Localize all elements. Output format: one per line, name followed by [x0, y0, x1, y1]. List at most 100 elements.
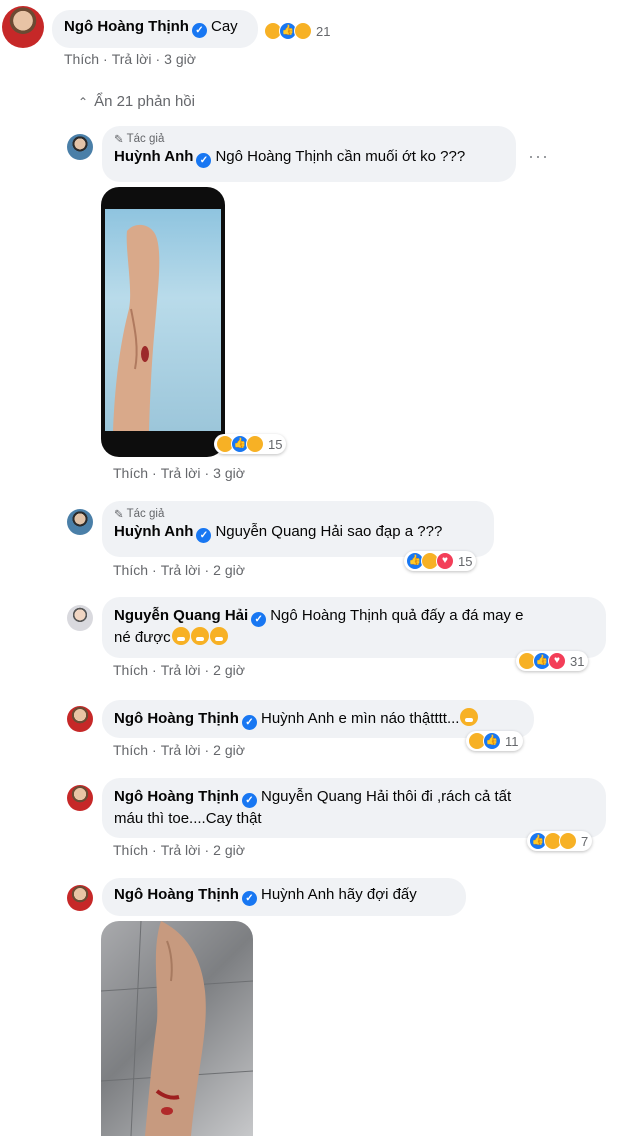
- sad-reaction-icon: [559, 832, 577, 850]
- timestamp[interactable]: 2 giờ: [213, 562, 245, 578]
- comment-text: e mìn náo thậtttt...: [334, 710, 460, 727]
- leg-illustration: [113, 224, 160, 431]
- reply-link[interactable]: Trả lời: [161, 842, 201, 858]
- reply-link[interactable]: Trả lời: [161, 465, 201, 481]
- photo-content: [105, 209, 221, 431]
- timestamp[interactable]: 3 giờ: [164, 51, 196, 67]
- reply-bubble: ✎ Tác giả Huỳnh Anh ✓ Ngô Hoàng Thịnh cần …: [102, 126, 516, 182]
- reply-bubble: Ngô Hoàng Thịnh ✓ Nguyễn Quang Hải thôi đi…: [102, 778, 606, 838]
- reaction-count: 15: [458, 553, 473, 569]
- like-link[interactable]: Thích: [113, 465, 148, 481]
- mention-link[interactable]: Nguyễn Quang Hải: [261, 788, 389, 805]
- mention-link[interactable]: Huỳnh Anh: [261, 886, 334, 903]
- comment-text: quả đấy a đá may e: [387, 607, 524, 624]
- mention-link[interactable]: Nguyễn Quang Hải: [215, 523, 343, 540]
- commenter-name[interactable]: Ngô Hoàng Thịnh: [114, 710, 239, 727]
- comment-actions: Thích · Trả lời · 2 giờ: [113, 842, 245, 858]
- mention-link[interactable]: Ngô Hoàng Thịnh: [270, 607, 387, 624]
- comment-actions: Thích · Trả lời · 3 giờ: [113, 465, 245, 481]
- grimace-emoji-icon: [190, 627, 209, 645]
- author-badge-label: Tác giả: [126, 508, 165, 520]
- reaction-count: 21: [316, 23, 331, 39]
- timestamp[interactable]: 2 giờ: [213, 742, 245, 758]
- hide-replies-link[interactable]: ⌃ Ẩn 21 phản hồi: [78, 93, 195, 110]
- reply-bubble: ✎ Tác giả Huỳnh Anh ✓ Nguyễn Quang Hải sao…: [102, 501, 494, 557]
- like-link[interactable]: Thích: [113, 742, 148, 758]
- grimace-emoji-icon: [171, 627, 190, 645]
- reply-link[interactable]: Trả lời: [161, 562, 201, 578]
- reaction-count: 31: [570, 653, 585, 669]
- author-badge: ✎ Tác giả: [114, 132, 504, 146]
- avatar-ngo-hoang-thinh[interactable]: [67, 706, 93, 732]
- comment-text: thôi đi ,rách cả tất: [388, 788, 512, 805]
- reply-bubble: Ngô Hoàng Thịnh ✓ Huỳnh Anh hãy đợi đấy: [102, 878, 466, 916]
- comment-text-line2: né được: [114, 629, 171, 646]
- reply-link[interactable]: Trả lời: [161, 742, 201, 758]
- avatar-huynh-anh[interactable]: [67, 134, 93, 160]
- commenter-name[interactable]: Ngô Hoàng Thịnh: [64, 18, 189, 35]
- verified-badge-icon: ✓: [251, 612, 267, 627]
- commenter-name[interactable]: Huỳnh Anh: [114, 523, 193, 540]
- more-options-icon[interactable]: ···: [528, 146, 549, 167]
- commenter-name[interactable]: Ngô Hoàng Thịnh: [114, 788, 239, 805]
- comment-actions: Thích · Trả lời · 2 giờ: [113, 742, 245, 758]
- comment-text: hãy đợi đấy: [334, 886, 417, 903]
- care-reaction-icon: [294, 22, 312, 40]
- verified-badge-icon: ✓: [196, 528, 212, 543]
- author-badge-label: Tác giả: [126, 133, 165, 145]
- avatar-ngo-hoang-thinh[interactable]: [2, 6, 44, 48]
- verified-badge-icon: ✓: [241, 793, 257, 808]
- timestamp[interactable]: 3 giờ: [213, 465, 245, 481]
- comment-text-line2: máu thì toe....Cay thật: [114, 810, 262, 827]
- avatar-huynh-anh[interactable]: [67, 509, 93, 535]
- verified-badge-icon: ✓: [191, 23, 207, 38]
- reaction-summary[interactable]: 👍 ♥ 31: [516, 651, 589, 671]
- reaction-summary[interactable]: 👍 ♥ 15: [404, 551, 477, 571]
- love-reaction-icon: ♥: [548, 652, 566, 670]
- reply-link[interactable]: Trả lời: [112, 51, 152, 67]
- commenter-name[interactable]: Huỳnh Anh: [114, 148, 193, 165]
- reaction-summary[interactable]: 👍 15: [214, 434, 287, 454]
- like-link[interactable]: Thích: [113, 562, 148, 578]
- reply-link[interactable]: Trả lời: [161, 662, 201, 678]
- reaction-summary[interactable]: 👍 11: [466, 731, 523, 751]
- avatar-nguyen-quang-hai[interactable]: [67, 605, 93, 631]
- like-link[interactable]: Thích: [64, 51, 99, 67]
- flushed-emoji-icon: [460, 708, 479, 726]
- comment-text: sao đạp a ???: [343, 523, 443, 540]
- verified-badge-icon: ✓: [196, 153, 212, 168]
- reply-bubble: Nguyễn Quang Hải ✓ Ngô Hoàng Thịnh quả đấy…: [102, 597, 606, 658]
- pencil-icon: ✎: [114, 134, 124, 146]
- comment-photo[interactable]: [101, 187, 225, 457]
- hide-replies-label: Ẩn 21 phản hồi: [94, 93, 195, 110]
- comment-bubble: Ngô Hoàng Thịnh ✓ Cay: [52, 10, 258, 48]
- commenter-name[interactable]: Nguyễn Quang Hải: [114, 607, 248, 624]
- comment-actions: Thích · Trả lời · 2 giờ: [113, 662, 245, 678]
- comment-photo[interactable]: [101, 921, 253, 1136]
- grimace-emoji-icon: [209, 627, 228, 645]
- reaction-summary[interactable]: 👍 21: [262, 21, 334, 41]
- like-reaction-icon: 👍: [483, 732, 501, 750]
- like-link[interactable]: Thích: [113, 662, 148, 678]
- like-link[interactable]: Thích: [113, 842, 148, 858]
- reaction-count: 15: [268, 436, 283, 452]
- timestamp[interactable]: 2 giờ: [213, 842, 245, 858]
- care-reaction-icon: [246, 435, 264, 453]
- avatar-ngo-hoang-thinh[interactable]: [67, 785, 93, 811]
- chevron-up-icon: ⌃: [78, 94, 89, 109]
- timestamp[interactable]: 2 giờ: [213, 662, 245, 678]
- reaction-count: 7: [581, 833, 589, 849]
- avatar-ngo-hoang-thinh[interactable]: [67, 885, 93, 911]
- mention-link[interactable]: Huỳnh Anh: [261, 710, 334, 727]
- commenter-name[interactable]: Ngô Hoàng Thịnh: [114, 886, 239, 903]
- reaction-count: 11: [505, 733, 519, 749]
- reaction-summary[interactable]: 👍 7: [527, 831, 593, 851]
- mention-link[interactable]: Ngô Hoàng Thịnh: [215, 148, 332, 165]
- comment-text: cần muối ớt ko ???: [332, 148, 466, 165]
- love-reaction-icon: ♥: [436, 552, 454, 570]
- verified-badge-icon: ✓: [241, 891, 257, 906]
- comment-actions: Thích · Trả lời · 3 giờ: [64, 51, 196, 67]
- author-badge: ✎ Tác giả: [114, 507, 482, 521]
- pencil-icon: ✎: [114, 509, 124, 521]
- leg-illustration: [101, 921, 253, 1136]
